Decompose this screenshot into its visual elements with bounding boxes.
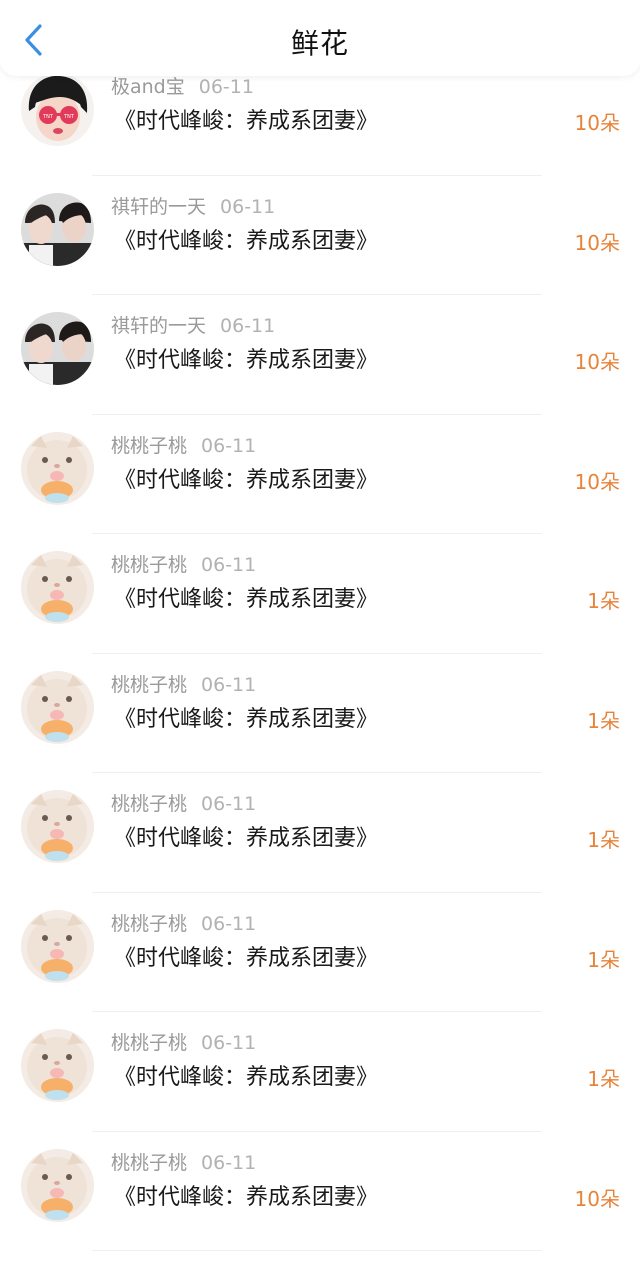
gift-date: 06-11 (201, 673, 257, 696)
book-title: 《时代峰峻：养成系团妻》 (114, 706, 379, 732)
gift-date: 06-11 (201, 1151, 257, 1174)
username[interactable]: 桃桃子桃 (111, 913, 187, 935)
username[interactable]: 桃桃子桃 (111, 435, 187, 457)
avatar[interactable] (21, 909, 94, 983)
avatar[interactable]: TNT TNT (21, 73, 94, 146)
book-title: 《时代峰峻：养成系团妻》 (114, 826, 379, 851)
gift-meta: 桃桃子桃 06-11 (111, 670, 256, 697)
flower-count: 1朵 (587, 947, 620, 972)
list-item[interactable]: 桃桃子桃 06-11 《时代峰峻：养成系团妻》 1朵 (0, 1012, 640, 1132)
gift-meta: 极and宝 06-11 (111, 72, 254, 99)
flower-count: 10朵 (574, 111, 620, 135)
flower-count: 10朵 (574, 1186, 620, 1211)
book-title: 《时代峰峻：养成系团妻》 (114, 587, 379, 612)
gift-date: 06-11 (201, 1032, 257, 1054)
username[interactable]: 桃桃子桃 (111, 793, 187, 815)
flower-count: 1朵 (587, 708, 620, 733)
flower-count: 10朵 (574, 230, 620, 255)
list-item[interactable]: 桃桃子桃 06-11 《时代峰峻：养成系团妻》 10朵 (0, 415, 640, 534)
username[interactable]: 桃桃子桃 (111, 554, 187, 576)
book-title: 《时代峰峻：养成系团妻》 (114, 228, 379, 254)
book-title: 《时代峰峻：养成系团妻》 (114, 467, 379, 493)
row-divider (92, 1250, 542, 1251)
flower-count: 1朵 (587, 589, 620, 613)
gift-date: 06-11 (201, 793, 257, 815)
username[interactable]: 桃桃子桃 (111, 1032, 187, 1054)
gift-meta: 桃桃子桃 06-11 (111, 1028, 256, 1055)
gift-date: 06-11 (198, 76, 254, 98)
book-title: 《时代峰峻：养成系团妻》 (114, 1184, 379, 1210)
list-item[interactable]: 桃桃子桃 06-11 《时代峰峻：养成系团妻》 1朵 (0, 893, 640, 1012)
book-title: 《时代峰峻：养成系团妻》 (114, 348, 379, 373)
username[interactable]: 祺轩的一天 (111, 315, 206, 337)
avatar[interactable] (21, 431, 94, 505)
gift-meta: 祺轩的一天 06-11 (111, 192, 275, 219)
book-title: 《时代峰峻：养成系团妻》 (114, 1065, 379, 1090)
svg-text:TNT: TNT (63, 114, 75, 120)
avatar[interactable] (21, 670, 94, 744)
top-bar: 鲜花 (0, 0, 640, 76)
gift-date: 06-11 (201, 912, 257, 935)
gift-meta: 桃桃子桃 06-11 (111, 550, 256, 577)
svg-text:TNT: TNT (42, 114, 54, 120)
flower-count: 1朵 (587, 828, 620, 852)
book-title: 《时代峰峻：养成系团妻》 (114, 109, 379, 134)
username[interactable]: 祺轩的一天 (111, 196, 206, 218)
list-item[interactable]: 桃桃子桃 06-11 《时代峰峻：养成系团妻》 1朵 (0, 773, 640, 893)
list-item[interactable]: 桃桃子桃 06-11 《时代峰峻：养成系团妻》 10朵 (0, 1132, 640, 1251)
gift-date: 06-11 (201, 554, 257, 576)
avatar[interactable] (21, 192, 94, 266)
list-item[interactable]: 桃桃子桃 06-11 《时代峰峻：养成系团妻》 1朵 (0, 654, 640, 773)
gift-date: 06-11 (220, 315, 276, 337)
gift-date: 06-11 (220, 195, 276, 218)
avatar[interactable] (21, 312, 94, 385)
gift-date: 06-11 (201, 434, 257, 457)
avatar[interactable] (21, 790, 94, 863)
list-item[interactable]: 祺轩的一天 06-11 《时代峰峻：养成系团妻》 10朵 (0, 295, 640, 415)
username[interactable]: 桃桃子桃 (111, 1152, 187, 1174)
gift-meta: 桃桃子桃 06-11 (111, 789, 256, 816)
flower-count: 10朵 (574, 350, 620, 374)
page-title: 鲜花 (290, 27, 349, 60)
avatar[interactable] (21, 1148, 94, 1222)
avatar[interactable] (21, 551, 94, 624)
flower-count: 10朵 (574, 469, 620, 494)
avatar[interactable] (21, 1029, 94, 1102)
gift-meta: 祺轩的一天 06-11 (111, 311, 275, 338)
book-title: 《时代峰峻：养成系团妻》 (114, 945, 379, 971)
gift-meta: 桃桃子桃 06-11 (111, 431, 256, 458)
list-item[interactable]: 桃桃子桃 06-11 《时代峰峻：养成系团妻》 1朵 (0, 534, 640, 654)
username[interactable]: 极and宝 (111, 76, 185, 98)
flower-count: 1朵 (587, 1067, 620, 1091)
gift-meta: 桃桃子桃 06-11 (111, 1148, 256, 1175)
list-item[interactable]: 祺轩的一天 06-11 《时代峰峻：养成系团妻》 10朵 (0, 176, 640, 295)
username[interactable]: 桃桃子桃 (111, 674, 187, 696)
gift-meta: 桃桃子桃 06-11 (111, 909, 256, 936)
